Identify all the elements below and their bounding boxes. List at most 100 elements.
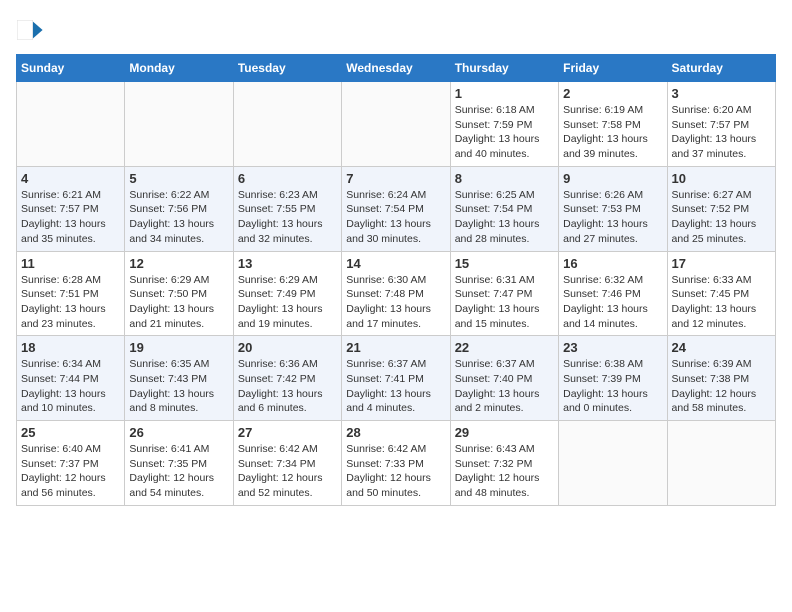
day-info: Sunrise: 6:18 AM Sunset: 7:59 PM Dayligh… — [455, 103, 554, 162]
day-number: 15 — [455, 256, 554, 271]
day-info: Sunrise: 6:37 AM Sunset: 7:40 PM Dayligh… — [455, 357, 554, 416]
calendar-week-row: 18 Sunrise: 6:34 AM Sunset: 7:44 PM Dayli… — [17, 336, 776, 421]
weekday-header: Sunday — [17, 55, 125, 82]
calendar-cell — [233, 82, 341, 167]
day-number: 26 — [129, 425, 228, 440]
day-number: 16 — [563, 256, 662, 271]
day-info: Sunrise: 6:35 AM Sunset: 7:43 PM Dayligh… — [129, 357, 228, 416]
calendar-cell: 9Sunrise: 6:26 AM Sunset: 7:53 PM Daylig… — [559, 166, 667, 251]
calendar-cell: 24Sunrise: 6:39 AM Sunset: 7:38 PM Dayli… — [667, 336, 775, 421]
day-number: 11 — [21, 256, 120, 271]
calendar-cell: 21 Sunrise: 6:37 AM Sunset: 7:41 PM Dayli… — [342, 336, 450, 421]
weekday-header: Friday — [559, 55, 667, 82]
calendar-cell: 11 Sunrise: 6:28 AM Sunset: 7:51 PM Dayli… — [17, 251, 125, 336]
day-info: Sunrise: 6:33 AM Sunset: 7:45 PM Dayligh… — [672, 273, 771, 332]
day-number: 22 — [455, 340, 554, 355]
day-number: 3 — [672, 86, 771, 101]
day-info: Sunrise: 6:34 AM Sunset: 7:44 PM Dayligh… — [21, 357, 120, 416]
day-number: 14 — [346, 256, 445, 271]
calendar-cell — [667, 421, 775, 506]
day-number: 12 — [129, 256, 228, 271]
weekday-header: Saturday — [667, 55, 775, 82]
calendar-cell: 12 Sunrise: 6:29 AM Sunset: 7:50 PM Dayli… — [125, 251, 233, 336]
calendar-cell: 4 Sunrise: 6:21 AM Sunset: 7:57 PM Daylig… — [17, 166, 125, 251]
calendar-cell — [342, 82, 450, 167]
day-info: Sunrise: 6:41 AM Sunset: 7:35 PM Dayligh… — [129, 442, 228, 501]
day-number: 6 — [238, 171, 337, 186]
day-number: 18 — [21, 340, 120, 355]
day-info: Sunrise: 6:42 AM Sunset: 7:34 PM Dayligh… — [238, 442, 337, 501]
calendar-cell: 7 Sunrise: 6:24 AM Sunset: 7:54 PM Daylig… — [342, 166, 450, 251]
day-info: Sunrise: 6:30 AM Sunset: 7:48 PM Dayligh… — [346, 273, 445, 332]
calendar-cell: 16 Sunrise: 6:32 AM Sunset: 7:46 PM Dayli… — [559, 251, 667, 336]
day-info: Sunrise: 6:42 AM Sunset: 7:33 PM Dayligh… — [346, 442, 445, 501]
calendar-cell: 28 Sunrise: 6:42 AM Sunset: 7:33 PM Dayli… — [342, 421, 450, 506]
calendar-cell: 8 Sunrise: 6:25 AM Sunset: 7:54 PM Daylig… — [450, 166, 558, 251]
calendar-cell: 3 Sunrise: 6:20 AM Sunset: 7:57 PM Daylig… — [667, 82, 775, 167]
day-number: 28 — [346, 425, 445, 440]
calendar-cell: 18 Sunrise: 6:34 AM Sunset: 7:44 PM Dayli… — [17, 336, 125, 421]
calendar-week-row: 11 Sunrise: 6:28 AM Sunset: 7:51 PM Dayli… — [17, 251, 776, 336]
calendar-cell: 13 Sunrise: 6:29 AM Sunset: 7:49 PM Dayli… — [233, 251, 341, 336]
calendar-cell: 20 Sunrise: 6:36 AM Sunset: 7:42 PM Dayli… — [233, 336, 341, 421]
day-info: Sunrise: 6:21 AM Sunset: 7:57 PM Dayligh… — [21, 188, 120, 247]
day-number: 13 — [238, 256, 337, 271]
weekday-header: Wednesday — [342, 55, 450, 82]
weekday-header: Thursday — [450, 55, 558, 82]
day-number: 10 — [672, 171, 771, 186]
page-header — [16, 16, 776, 44]
calendar-cell: 27 Sunrise: 6:42 AM Sunset: 7:34 PM Dayli… — [233, 421, 341, 506]
calendar-week-row: 25Sunrise: 6:40 AM Sunset: 7:37 PM Dayli… — [17, 421, 776, 506]
day-number: 20 — [238, 340, 337, 355]
day-info: Sunrise: 6:20 AM Sunset: 7:57 PM Dayligh… — [672, 103, 771, 162]
calendar-cell — [17, 82, 125, 167]
day-info: Sunrise: 6:43 AM Sunset: 7:32 PM Dayligh… — [455, 442, 554, 501]
calendar-cell: 6 Sunrise: 6:23 AM Sunset: 7:55 PM Daylig… — [233, 166, 341, 251]
day-info: Sunrise: 6:29 AM Sunset: 7:50 PM Dayligh… — [129, 273, 228, 332]
day-info: Sunrise: 6:24 AM Sunset: 7:54 PM Dayligh… — [346, 188, 445, 247]
day-info: Sunrise: 6:27 AM Sunset: 7:52 PM Dayligh… — [672, 188, 771, 247]
day-number: 7 — [346, 171, 445, 186]
day-number: 17 — [672, 256, 771, 271]
calendar-cell: 17 Sunrise: 6:33 AM Sunset: 7:45 PM Dayli… — [667, 251, 775, 336]
day-info: Sunrise: 6:36 AM Sunset: 7:42 PM Dayligh… — [238, 357, 337, 416]
day-info: Sunrise: 6:28 AM Sunset: 7:51 PM Dayligh… — [21, 273, 120, 332]
calendar-cell: 1 Sunrise: 6:18 AM Sunset: 7:59 PM Daylig… — [450, 82, 558, 167]
calendar-cell: 2Sunrise: 6:19 AM Sunset: 7:58 PM Daylig… — [559, 82, 667, 167]
weekday-header: Tuesday — [233, 55, 341, 82]
logo-icon — [16, 16, 44, 44]
day-number: 21 — [346, 340, 445, 355]
day-info: Sunrise: 6:37 AM Sunset: 7:41 PM Dayligh… — [346, 357, 445, 416]
calendar-cell: 25Sunrise: 6:40 AM Sunset: 7:37 PM Dayli… — [17, 421, 125, 506]
day-number: 4 — [21, 171, 120, 186]
day-info: Sunrise: 6:29 AM Sunset: 7:49 PM Dayligh… — [238, 273, 337, 332]
calendar-cell: 29 Sunrise: 6:43 AM Sunset: 7:32 PM Dayli… — [450, 421, 558, 506]
day-info: Sunrise: 6:26 AM Sunset: 7:53 PM Dayligh… — [563, 188, 662, 247]
day-info: Sunrise: 6:25 AM Sunset: 7:54 PM Dayligh… — [455, 188, 554, 247]
day-info: Sunrise: 6:32 AM Sunset: 7:46 PM Dayligh… — [563, 273, 662, 332]
calendar-cell — [125, 82, 233, 167]
day-number: 23 — [563, 340, 662, 355]
calendar-cell: 19 Sunrise: 6:35 AM Sunset: 7:43 PM Dayli… — [125, 336, 233, 421]
day-number: 24 — [672, 340, 771, 355]
day-number: 29 — [455, 425, 554, 440]
calendar-cell: 5Sunrise: 6:22 AM Sunset: 7:56 PM Daylig… — [125, 166, 233, 251]
calendar-cell: 22 Sunrise: 6:37 AM Sunset: 7:40 PM Dayli… — [450, 336, 558, 421]
day-info: Sunrise: 6:31 AM Sunset: 7:47 PM Dayligh… — [455, 273, 554, 332]
calendar-cell: 23Sunrise: 6:38 AM Sunset: 7:39 PM Dayli… — [559, 336, 667, 421]
day-number: 27 — [238, 425, 337, 440]
calendar-cell: 10 Sunrise: 6:27 AM Sunset: 7:52 PM Dayli… — [667, 166, 775, 251]
calendar-cell: 26 Sunrise: 6:41 AM Sunset: 7:35 PM Dayli… — [125, 421, 233, 506]
weekday-header: Monday — [125, 55, 233, 82]
day-info: Sunrise: 6:23 AM Sunset: 7:55 PM Dayligh… — [238, 188, 337, 247]
day-number: 8 — [455, 171, 554, 186]
day-number: 1 — [455, 86, 554, 101]
day-number: 19 — [129, 340, 228, 355]
day-number: 5 — [129, 171, 228, 186]
calendar-table: SundayMondayTuesdayWednesdayThursdayFrid… — [16, 54, 776, 506]
day-number: 2 — [563, 86, 662, 101]
calendar-cell: 15 Sunrise: 6:31 AM Sunset: 7:47 PM Dayli… — [450, 251, 558, 336]
logo — [16, 16, 48, 44]
calendar-week-row: 4 Sunrise: 6:21 AM Sunset: 7:57 PM Daylig… — [17, 166, 776, 251]
calendar-header-row: SundayMondayTuesdayWednesdayThursdayFrid… — [17, 55, 776, 82]
